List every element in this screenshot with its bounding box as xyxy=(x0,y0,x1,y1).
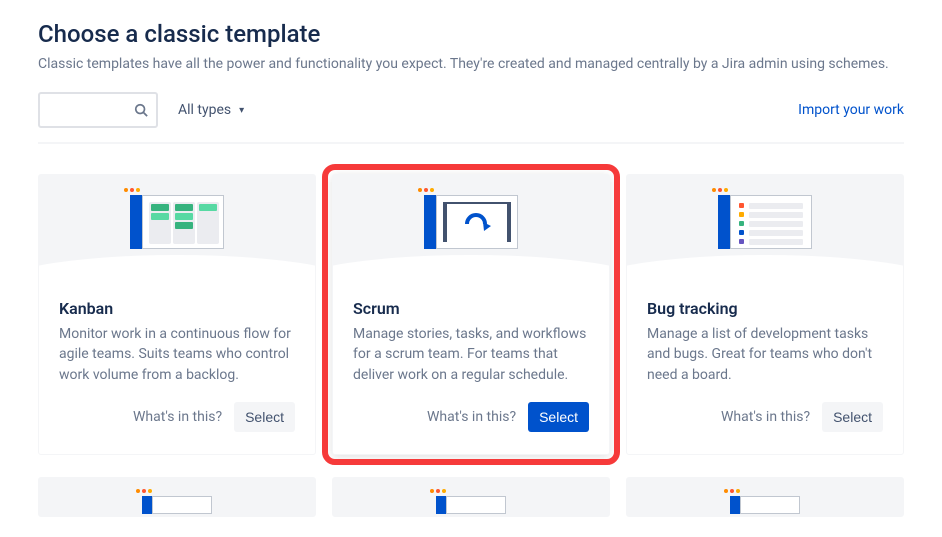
card-title: Bug tracking xyxy=(647,299,883,318)
template-card-partial xyxy=(38,477,316,517)
template-card-partial xyxy=(332,477,610,517)
card-title: Kanban xyxy=(59,299,295,318)
card-title: Scrum xyxy=(353,299,589,318)
page-subtitle: Classic templates have all the power and… xyxy=(38,56,904,72)
import-link[interactable]: Import your work xyxy=(798,102,904,118)
whats-in-this-link[interactable]: What's in this? xyxy=(427,409,516,425)
dropdown-label: All types xyxy=(178,102,231,118)
select-button[interactable]: Select xyxy=(822,402,883,432)
whats-in-this-link[interactable]: What's in this? xyxy=(721,409,810,425)
template-card-partial xyxy=(626,477,904,517)
sprint-icon xyxy=(447,204,507,242)
template-cards-row2 xyxy=(38,477,904,517)
template-card-scrum: Scrum Manage stories, tasks, and workflo… xyxy=(332,174,610,455)
whats-in-this-link[interactable]: What's in this? xyxy=(133,409,222,425)
card-illustration xyxy=(39,175,315,285)
card-description: Monitor work in a continuous flow for ag… xyxy=(59,324,295,386)
search-icon xyxy=(134,103,148,117)
card-illustration xyxy=(627,175,903,285)
toolbar: All types ▾ Import your work xyxy=(38,92,904,144)
page-title: Choose a classic template xyxy=(38,20,904,48)
select-button[interactable]: Select xyxy=(234,402,295,432)
select-button[interactable]: Select xyxy=(528,402,589,432)
card-description: Manage stories, tasks, and workflows for… xyxy=(353,324,589,386)
search-field[interactable] xyxy=(38,92,158,128)
type-filter-dropdown[interactable]: All types ▾ xyxy=(176,96,246,124)
template-card-kanban: Kanban Monitor work in a continuous flow… xyxy=(38,174,316,455)
card-illustration xyxy=(333,175,609,285)
template-card-bug-tracking: Bug tracking Manage a list of developmen… xyxy=(626,174,904,455)
template-cards: Kanban Monitor work in a continuous flow… xyxy=(38,174,904,455)
card-description: Manage a list of development tasks and b… xyxy=(647,324,883,386)
chevron-down-icon: ▾ xyxy=(239,105,244,116)
